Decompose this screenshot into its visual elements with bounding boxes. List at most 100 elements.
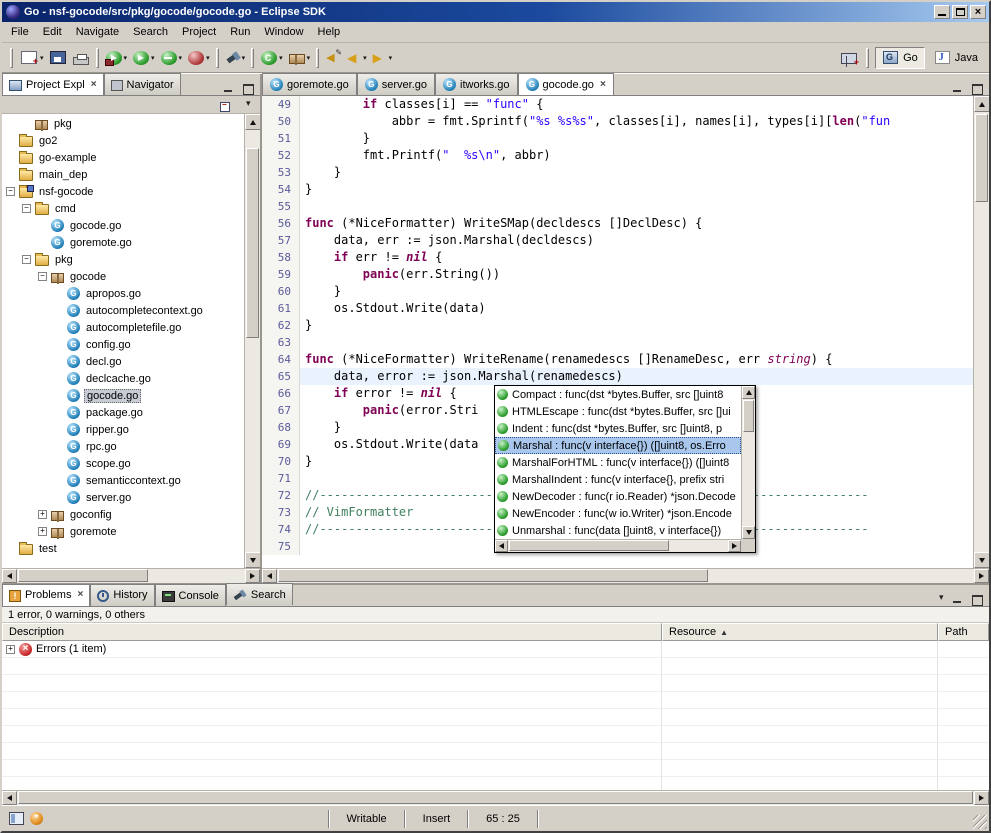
scroll-left-button[interactable] xyxy=(2,569,17,583)
tree-item-ripper-go[interactable]: ripper.go xyxy=(2,421,244,438)
maximize-button[interactable] xyxy=(952,5,968,19)
editor-minimize-button[interactable] xyxy=(950,81,966,95)
editor-tab-itworks-go[interactable]: itworks.go xyxy=(435,73,518,95)
popup-horizontal-scrollbar[interactable] xyxy=(495,539,741,552)
tree-collapse-toggle[interactable]: − xyxy=(6,187,15,196)
tree-collapse-toggle[interactable]: − xyxy=(38,272,47,281)
explorer-maximize-button[interactable] xyxy=(240,81,256,95)
code-line-60[interactable]: 60 } xyxy=(262,283,973,300)
explorer-minimize-button[interactable] xyxy=(221,81,237,95)
tree-item-gocode-go[interactable]: gocode.go xyxy=(2,387,244,404)
row-expand-toggle[interactable]: + xyxy=(6,645,15,654)
completion-item[interactable]: NewDecoder : func(r io.Reader) *json.Dec… xyxy=(495,488,741,505)
scroll-thumb[interactable] xyxy=(278,569,708,582)
tree-expand-toggle[interactable]: + xyxy=(38,510,47,519)
scroll-down-button[interactable] xyxy=(742,526,755,539)
menu-window[interactable]: Window xyxy=(257,23,310,41)
code-line-55[interactable]: 55 xyxy=(262,198,973,215)
tree-collapse-toggle[interactable]: − xyxy=(22,255,31,264)
scroll-left-button[interactable] xyxy=(495,540,508,552)
dropdown-arrow-icon[interactable]: ▾ xyxy=(124,54,128,62)
problems-minimize-button[interactable] xyxy=(950,592,966,606)
tree-collapse-toggle[interactable]: − xyxy=(22,204,31,213)
tree-item-autocompletecontext-go[interactable]: autocompletecontext.go xyxy=(2,302,244,319)
tree-item-scope-go[interactable]: scope.go xyxy=(2,455,244,472)
tree-item-decl-go[interactable]: decl.go xyxy=(2,353,244,370)
completion-item[interactable]: MarshalIndent : func(v interface{}, pref… xyxy=(495,471,741,488)
dropdown-arrow-icon[interactable]: ▾ xyxy=(307,54,311,62)
code-line-65[interactable]: 65 data, error := json.Marshal(renamedes… xyxy=(262,368,973,385)
problems-horizontal-scrollbar[interactable] xyxy=(2,790,989,805)
open-perspective-button[interactable] xyxy=(838,46,860,70)
new-package-button[interactable]: ▾ xyxy=(286,46,313,70)
explorer-vertical-scrollbar[interactable] xyxy=(244,114,260,568)
dropdown-arrow-icon[interactable]: ▾ xyxy=(279,54,283,62)
tree-item-apropos-go[interactable]: apropos.go xyxy=(2,285,244,302)
tree-item-rpc-go[interactable]: rpc.go xyxy=(2,438,244,455)
completion-item[interactable]: NewEncoder : func(w io.Writer) *json.Enc… xyxy=(495,505,741,522)
tree-item-go-example[interactable]: go-example xyxy=(2,149,244,166)
completion-item[interactable]: Unmarshal : func(data []uint8, v interfa… xyxy=(495,522,741,539)
scroll-down-button[interactable] xyxy=(974,552,989,568)
code-line-52[interactable]: 52 fmt.Printf(" %s\n", abbr) xyxy=(262,147,973,164)
tree-item-goremote-go[interactable]: goremote.go xyxy=(2,234,244,251)
explorer-horizontal-scrollbar[interactable] xyxy=(2,568,260,583)
tree-item-autocompletefile-go[interactable]: autocompletefile.go xyxy=(2,319,244,336)
tree-item-test[interactable]: test xyxy=(2,540,244,557)
dropdown-arrow-icon[interactable]: ▾ xyxy=(242,54,246,62)
dropdown-arrow-icon[interactable]: ▾ xyxy=(389,54,393,62)
scroll-right-button[interactable] xyxy=(728,540,741,552)
scroll-thumb[interactable] xyxy=(975,114,988,202)
code-line-58[interactable]: 58 if err != nil { xyxy=(262,249,973,266)
scroll-thumb[interactable] xyxy=(18,791,973,804)
new-class-button[interactable]: ▾ xyxy=(258,46,285,70)
profile-button[interactable]: ▾ xyxy=(185,46,212,70)
view-tab-navigator[interactable]: Navigator xyxy=(104,73,181,95)
scroll-right-button[interactable] xyxy=(974,569,989,583)
tree-item-goremote[interactable]: +goremote xyxy=(2,523,244,540)
menu-navigate[interactable]: Navigate xyxy=(69,23,126,41)
scroll-thumb[interactable] xyxy=(18,569,148,582)
menu-file[interactable]: File xyxy=(4,23,36,41)
editor-tab-goremote-go[interactable]: goremote.go xyxy=(262,73,357,95)
menu-help[interactable]: Help xyxy=(311,23,348,41)
tree-expand-toggle[interactable]: + xyxy=(38,527,47,536)
tree-item-config-go[interactable]: config.go xyxy=(2,336,244,353)
perspective-java-button[interactable]: Java xyxy=(927,47,985,69)
completion-item[interactable]: Marshal : func(v interface{}) ([]uint8, … xyxy=(495,437,741,454)
code-line-49[interactable]: 49 if classes[i] == "func" { xyxy=(262,96,973,113)
tree-item-main-dep[interactable]: main_dep xyxy=(2,166,244,183)
completion-item[interactable]: Indent : func(dst *bytes.Buffer, src []u… xyxy=(495,420,741,437)
view-tab-problems[interactable]: Problems× xyxy=(2,584,90,606)
code-line-53[interactable]: 53 } xyxy=(262,164,973,181)
view-tab-console[interactable]: Console xyxy=(155,584,226,606)
code-line-54[interactable]: 54} xyxy=(262,181,973,198)
scroll-right-button[interactable] xyxy=(974,791,989,805)
tree-item-pkg[interactable]: −pkg xyxy=(2,251,244,268)
search-button[interactable]: ▾ xyxy=(223,46,248,70)
minimize-button[interactable] xyxy=(934,5,950,19)
scroll-left-button[interactable] xyxy=(2,791,17,805)
problems-view-menu-button[interactable] xyxy=(935,592,947,606)
problems-row[interactable]: +Errors (1 item) xyxy=(2,641,989,658)
new-button[interactable]: ▾ xyxy=(17,46,46,70)
dropdown-arrow-icon[interactable]: ▾ xyxy=(151,54,155,62)
dropdown-arrow-icon[interactable]: ▾ xyxy=(206,54,210,62)
completion-item[interactable]: Compact : func(dst *bytes.Buffer, src []… xyxy=(495,386,741,403)
close-icon[interactable]: × xyxy=(91,80,97,90)
explorer-view-menu-button[interactable] xyxy=(242,98,254,112)
dropdown-arrow-icon[interactable]: ▾ xyxy=(363,54,367,62)
scroll-up-button[interactable] xyxy=(974,96,989,112)
code-line-50[interactable]: 50 abbr = fmt.Sprintf("%s %s%s", classes… xyxy=(262,113,973,130)
close-button[interactable]: × xyxy=(970,5,986,19)
resize-grip[interactable] xyxy=(973,815,987,829)
code-line-57[interactable]: 57 data, err := json.Marshal(decldescs) xyxy=(262,232,973,249)
close-tab-icon[interactable]: × xyxy=(600,80,606,90)
editor-horizontal-scrollbar[interactable] xyxy=(262,568,989,583)
coverage-button[interactable]: ▾ xyxy=(158,46,185,70)
print-button[interactable] xyxy=(70,46,92,70)
code-line-63[interactable]: 63 xyxy=(262,334,973,351)
code-line-61[interactable]: 61 os.Stdout.Write(data) xyxy=(262,300,973,317)
code-line-59[interactable]: 59 panic(err.String()) xyxy=(262,266,973,283)
scroll-thumb[interactable] xyxy=(743,400,754,432)
